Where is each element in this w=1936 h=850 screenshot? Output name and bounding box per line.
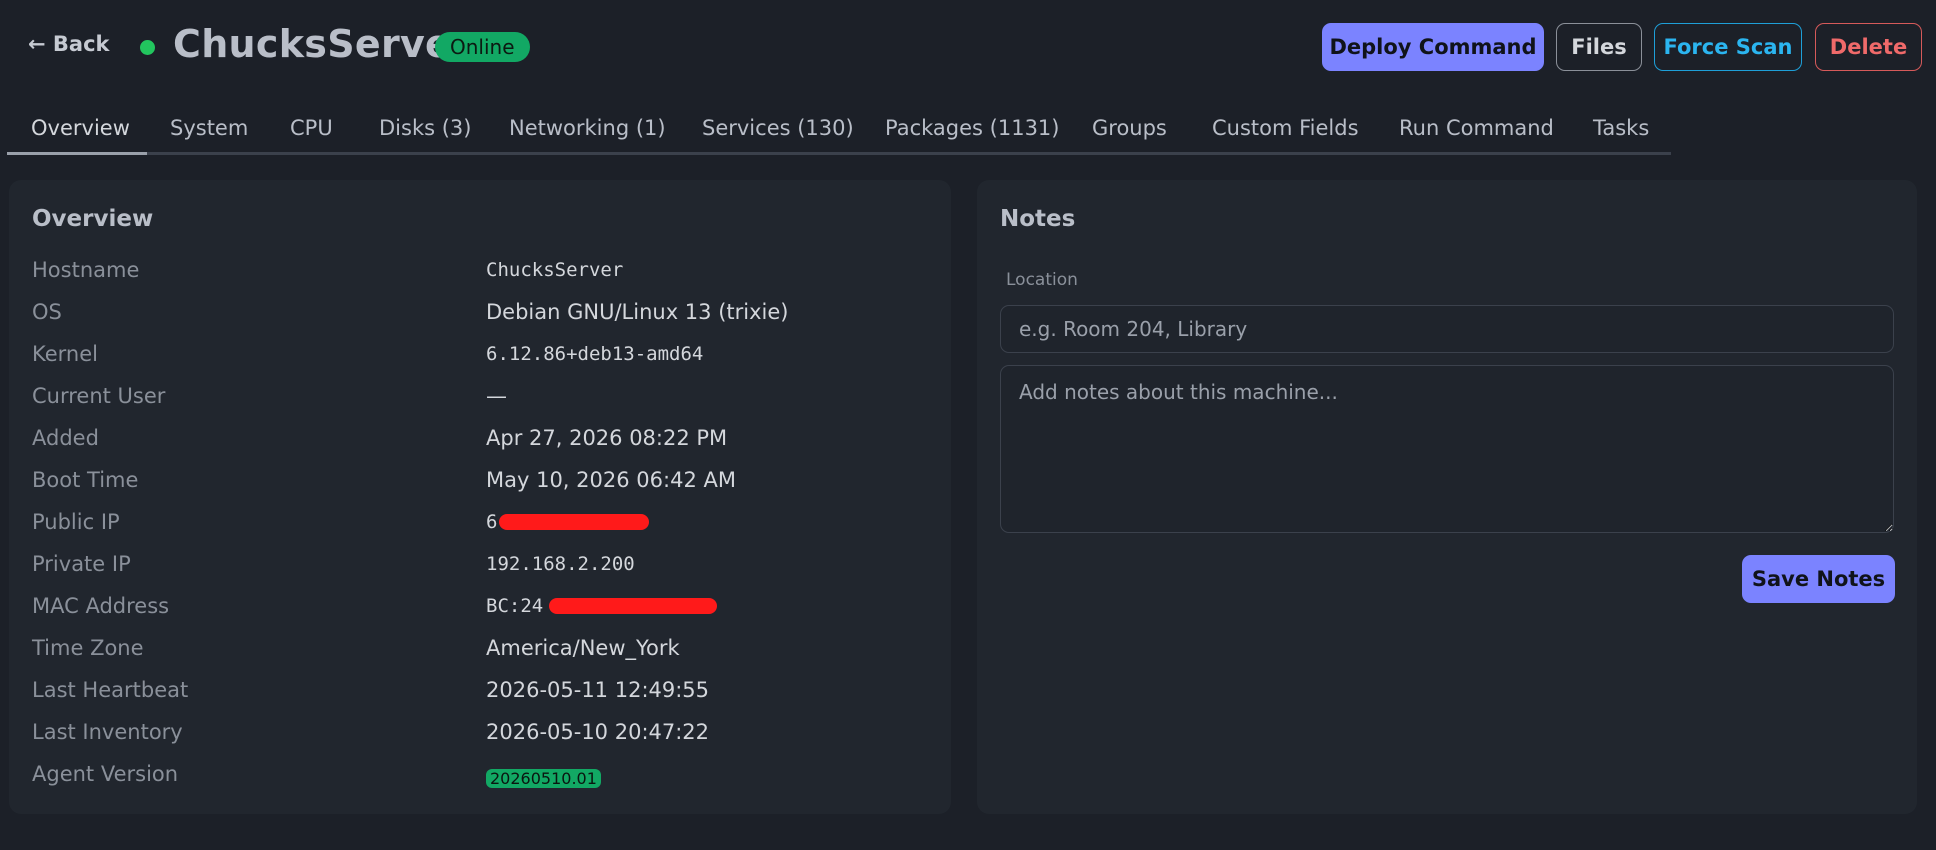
version-badge: 20260510.01 [486, 769, 601, 788]
location-input[interactable] [1000, 305, 1894, 353]
boot-time-value: May 10, 2026 06:42 AM [486, 468, 736, 492]
deploy-command-button[interactable]: Deploy Command [1322, 23, 1544, 71]
tab-groups[interactable]: Groups [1092, 116, 1167, 140]
last-inventory-label: Last Inventory [32, 720, 183, 744]
tab-disks[interactable]: Disks (3) [379, 116, 471, 140]
back-button[interactable]: ← Back [28, 32, 110, 56]
agent-version-label: Agent Version [32, 762, 179, 786]
tab-packages[interactable]: Packages (1131) [885, 116, 1060, 140]
page-header: ← Back ChucksServer Online Deploy Comman… [0, 0, 1936, 94]
status-badge: Online [435, 32, 530, 62]
location-label: Location [1006, 270, 1078, 290]
tab-overview[interactable]: Overview [31, 116, 130, 140]
public-ip-value: 6 [486, 511, 498, 533]
status-indicator-icon [140, 40, 155, 55]
tab-system[interactable]: System [170, 116, 248, 140]
kernel-label: Kernel [32, 342, 98, 366]
redaction-mark [499, 514, 649, 530]
mac-address-value: BC:24 [486, 595, 544, 617]
active-tab-indicator [7, 152, 147, 155]
tab-cpu[interactable]: CPU [290, 116, 333, 140]
kernel-value: 6.12.86+deb13-amd64 [486, 343, 704, 365]
overview-card: Overview Hostname ChucksServer OS Debian… [9, 180, 951, 814]
hostname-label: Hostname [32, 258, 140, 282]
delete-button[interactable]: Delete [1815, 23, 1922, 71]
overview-title: Overview [32, 206, 154, 232]
notes-card: Notes Location Save Notes [977, 180, 1917, 814]
save-notes-button[interactable]: Save Notes [1742, 555, 1895, 603]
notes-textarea[interactable] [1000, 365, 1894, 533]
boot-time-label: Boot Time [32, 468, 139, 492]
notes-title: Notes [1000, 206, 1076, 232]
tab-bar: Overview System CPU Disks (3) Networking… [7, 108, 1671, 155]
tab-run-command[interactable]: Run Command [1399, 116, 1554, 140]
current-user-label: Current User [32, 384, 166, 408]
tab-networking[interactable]: Networking (1) [509, 116, 666, 140]
tab-services[interactable]: Services (130) [702, 116, 854, 140]
page-title: ChucksServer [173, 22, 471, 66]
os-value: Debian GNU/Linux 13 (trixie) [486, 300, 789, 324]
time-zone-value: America/New_York [486, 636, 680, 660]
added-value: Apr 27, 2026 08:22 PM [486, 426, 728, 450]
private-ip-label: Private IP [32, 552, 131, 576]
private-ip-value: 192.168.2.200 [486, 553, 635, 575]
current-user-value: — [486, 384, 507, 408]
last-heartbeat-label: Last Heartbeat [32, 678, 189, 702]
mac-address-label: MAC Address [32, 594, 170, 618]
tab-custom-fields[interactable]: Custom Fields [1212, 116, 1359, 140]
last-inventory-value: 2026-05-10 20:47:22 [486, 720, 710, 744]
tab-tasks[interactable]: Tasks [1593, 116, 1649, 140]
last-heartbeat-value: 2026-05-11 12:49:55 [486, 678, 710, 702]
public-ip-label: Public IP [32, 510, 120, 534]
force-scan-button[interactable]: Force Scan [1654, 23, 1802, 71]
os-label: OS [32, 300, 62, 324]
files-button[interactable]: Files [1556, 23, 1642, 71]
added-label: Added [32, 426, 99, 450]
agent-version-value: 20260510.01 [486, 765, 601, 789]
time-zone-label: Time Zone [32, 636, 144, 660]
hostname-value: ChucksServer [486, 259, 624, 281]
redaction-mark [549, 598, 717, 614]
